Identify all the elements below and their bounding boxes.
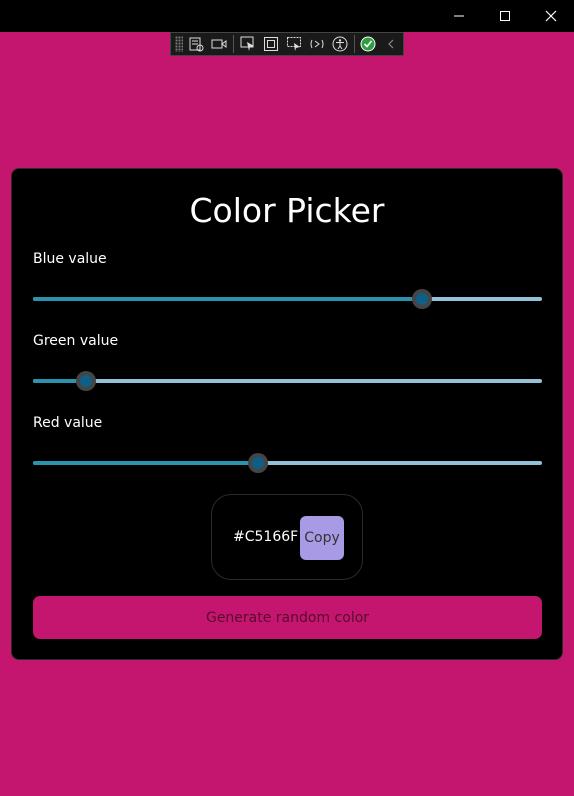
record-icon — [211, 39, 227, 49]
minimize-button[interactable] — [436, 0, 482, 32]
color-output-panel: #C5166F Copy — [211, 494, 363, 580]
slider-thumb[interactable] — [75, 371, 96, 391]
red-slider[interactable] — [33, 453, 542, 473]
slider-thumb[interactable] — [412, 289, 433, 309]
track-focus-icon — [286, 37, 301, 51]
display-layout-adorners-button[interactable] — [259, 33, 282, 55]
live-visual-tree-icon — [189, 37, 204, 52]
display-layout-adorners-icon — [263, 37, 278, 51]
red-slider-label: Red value — [33, 415, 103, 431]
accessibility-button[interactable] — [329, 33, 352, 55]
collapse-chevron-icon — [388, 39, 394, 49]
record-button[interactable] — [208, 33, 231, 55]
check-icon — [360, 36, 376, 52]
toolbar-separator — [353, 35, 355, 53]
hot-reload-icon — [310, 39, 324, 49]
color-picker-card: Color Picker Blue value Green value Red … — [11, 168, 563, 660]
accessibility-icon — [332, 36, 348, 52]
blue-slider[interactable] — [33, 289, 542, 309]
minimize-icon — [454, 15, 464, 17]
toolbar-grip[interactable] — [175, 36, 183, 52]
page-title: Color Picker — [189, 191, 385, 230]
debug-toolbar — [170, 32, 404, 56]
close-button[interactable] — [528, 0, 574, 32]
generate-random-color-button[interactable]: Generate random color — [33, 596, 542, 639]
close-icon — [545, 10, 557, 22]
blue-slider-label: Blue value — [33, 251, 107, 267]
hex-value: #C5166F — [233, 529, 299, 545]
status-check-button[interactable] — [357, 33, 380, 55]
select-element-icon — [240, 36, 254, 51]
slider-fill — [33, 297, 423, 301]
slider-thumb[interactable] — [247, 453, 268, 473]
maximize-icon — [500, 11, 510, 21]
hot-reload-button[interactable] — [305, 33, 328, 55]
select-element-button[interactable] — [236, 33, 259, 55]
window-titlebar — [0, 0, 574, 32]
collapse-toolbar-button[interactable] — [380, 33, 403, 55]
toolbar-separator — [233, 35, 234, 53]
green-slider-label: Green value — [33, 333, 119, 349]
green-slider[interactable] — [33, 371, 542, 391]
maximize-button[interactable] — [482, 0, 528, 32]
slider-fill — [33, 461, 258, 465]
slider-track — [33, 379, 542, 383]
copy-button[interactable]: Copy — [300, 516, 344, 560]
track-focus-button[interactable] — [282, 33, 305, 55]
live-visual-tree-button[interactable] — [185, 33, 208, 55]
